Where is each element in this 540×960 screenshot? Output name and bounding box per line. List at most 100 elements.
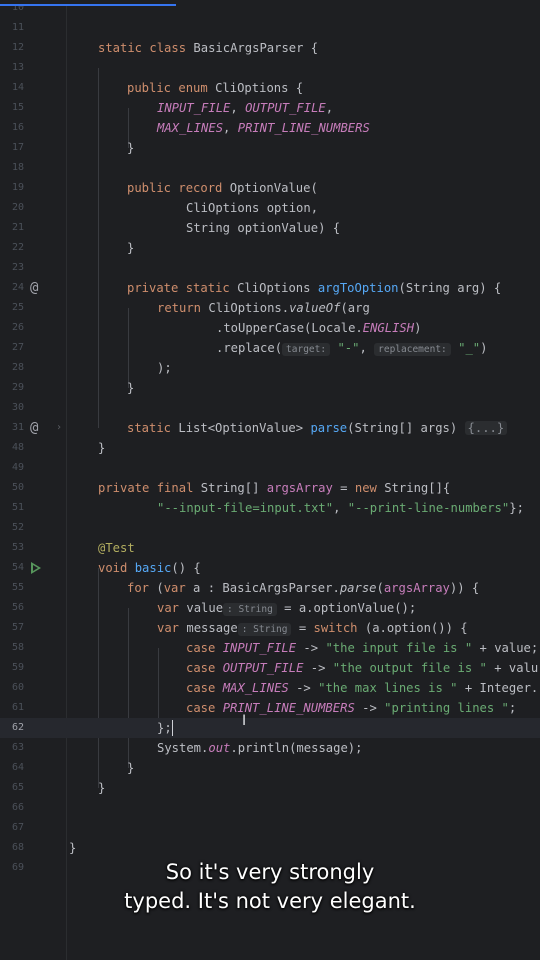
code-text: static class BasicArgsParser { (98, 41, 319, 55)
code-line: 53 @Test (0, 538, 540, 558)
line-number: 50 (11, 482, 24, 493)
code-line: 59 case OUTPUT_FILE -> "the output file … (0, 658, 540, 678)
code-line: 13 (0, 58, 540, 78)
line-number: 19 (11, 182, 24, 193)
code-line: 49 (0, 458, 540, 478)
code-line: 15 INPUT_FILE, OUTPUT_FILE, (0, 98, 540, 118)
code-line: 25 return CliOptions.valueOf(arg (0, 298, 540, 318)
line-number: 49 (11, 462, 24, 473)
code-text: var value: String = a.optionValue(); (157, 601, 417, 616)
line-number: 12 (11, 42, 24, 53)
code-text: var message: String = switch (a.option()… (157, 621, 468, 636)
code-text: System.out.println(message); (157, 741, 363, 755)
line-number: 29 (11, 382, 24, 393)
run-gutter-icon[interactable] (31, 562, 41, 574)
line-number: 66 (11, 802, 24, 813)
at-sign-icon[interactable]: @ (30, 278, 38, 298)
text-caret (172, 720, 173, 736)
line-number: 51 (11, 502, 24, 513)
line-number: 67 (11, 822, 24, 833)
code-line: 60 case MAX_LINES -> "the max lines is "… (0, 678, 540, 698)
code-text: ); (157, 361, 172, 375)
code-text: public enum CliOptions { (127, 81, 304, 95)
code-text: INPUT_FILE, OUTPUT_FILE, (157, 101, 334, 115)
code-text: } (127, 381, 135, 395)
line-number: 31 (11, 422, 24, 433)
code-line: 66 (0, 798, 540, 818)
code-editor[interactable]: 10 11 12 static class BasicArgsParser { … (0, 0, 540, 960)
code-text: for (var a : BasicArgsParser.parse(argsA… (127, 581, 480, 595)
text-cursor-icon: I (242, 713, 247, 729)
line-number: 57 (11, 622, 24, 633)
code-text: public record OptionValue( (127, 181, 318, 195)
code-text: } (127, 761, 135, 775)
line-number: 64 (11, 762, 24, 773)
line-number: 13 (11, 62, 24, 73)
line-number: 56 (11, 602, 24, 613)
code-text: .replace(target: "-", replacement: "_") (216, 341, 488, 356)
code-line: 64 } (0, 758, 540, 778)
code-line: 61 case PRINT_LINE_NUMBERS -> "printing … (0, 698, 540, 718)
line-number: 17 (11, 142, 24, 153)
type-hint: : String (223, 603, 277, 616)
video-progress-bar[interactable] (0, 0, 540, 6)
line-number: 60 (11, 682, 24, 693)
line-number: 26 (11, 322, 24, 333)
line-number: 22 (11, 242, 24, 253)
line-number: 30 (11, 402, 24, 413)
code-line: 14 public enum CliOptions { (0, 78, 540, 98)
code-line: 68 } (0, 838, 540, 858)
line-number: 63 (11, 742, 24, 753)
code-line: 54 void basic() { (0, 558, 540, 578)
line-number: 48 (11, 442, 24, 453)
code-text: @Test (98, 541, 135, 555)
code-line: 57 var message: String = switch (a.optio… (0, 618, 540, 638)
code-text: void basic() { (98, 561, 201, 575)
video-progress-fill (0, 4, 176, 6)
code-text: } (98, 781, 106, 795)
code-line: 67 (0, 818, 540, 838)
code-text: }; (157, 721, 172, 735)
line-number: 61 (11, 702, 24, 713)
code-line: 63 System.out.println(message); (0, 738, 540, 758)
line-number: 21 (11, 222, 24, 233)
subtitle-line: typed. It's not very elegant. (124, 889, 416, 913)
line-number: 11 (11, 22, 24, 33)
code-text: static List<OptionValue> parse(String[] … (127, 418, 508, 438)
code-line: 28 ); (0, 358, 540, 378)
line-number: 25 (11, 302, 24, 313)
code-line: 22 } (0, 238, 540, 258)
fold-chevron-icon[interactable]: › (56, 418, 62, 438)
line-number: 27 (11, 342, 24, 353)
code-line: 27 .replace(target: "-", replacement: "_… (0, 338, 540, 358)
code-line: 58 case INPUT_FILE -> "the input file is… (0, 638, 540, 658)
code-line: 48 } (0, 438, 540, 458)
code-text: } (98, 441, 106, 455)
code-text: .toUpperCase(Locale.ENGLISH) (216, 321, 422, 335)
code-text: } (69, 841, 77, 855)
line-number: 14 (11, 82, 24, 93)
code-line: 19 public record OptionValue( (0, 178, 540, 198)
folded-code-region[interactable]: {...} (464, 421, 508, 435)
code-line: 55 for (var a : BasicArgsParser.parse(ar… (0, 578, 540, 598)
code-text: } (127, 241, 135, 255)
line-number: 15 (11, 102, 24, 113)
code-text: return CliOptions.valueOf(arg (157, 301, 370, 315)
code-line: 52 (0, 518, 540, 538)
code-line: 29 } (0, 378, 540, 398)
line-number: 68 (11, 842, 24, 853)
code-text: } (127, 141, 135, 155)
code-text: String optionValue) { (186, 221, 341, 235)
code-line: 56 var value: String = a.optionValue(); (0, 598, 540, 618)
line-number: 55 (11, 582, 24, 593)
code-text: private static CliOptions argToOption(St… (127, 281, 502, 295)
code-text: case MAX_LINES -> "the max lines is " + … (186, 681, 539, 695)
code-line: 18 (0, 158, 540, 178)
subtitle-line: So it's very strongly (165, 860, 375, 884)
code-line: 20 CliOptions option, (0, 198, 540, 218)
at-sign-icon[interactable]: @ (30, 418, 38, 438)
code-text: MAX_LINES, PRINT_LINE_NUMBERS (157, 121, 370, 135)
code-line: 11 (0, 18, 540, 38)
type-hint: : String (237, 623, 292, 636)
code-line: 65 } (0, 778, 540, 798)
